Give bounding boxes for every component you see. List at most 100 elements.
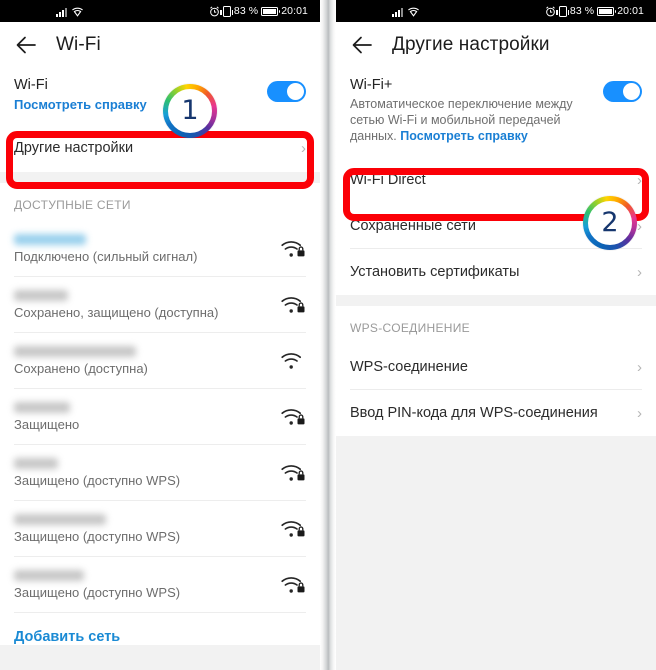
- wifi-signal-lock-icon: [281, 576, 305, 593]
- step-badge-2-number: 2: [601, 207, 619, 238]
- alarm-clock-icon: [210, 5, 219, 16]
- install-certificates-label: Установить сертификаты: [350, 264, 520, 280]
- right-content: Wi-Fi+ Автоматическое переключение между…: [336, 68, 656, 670]
- step-badge-2: 2: [583, 196, 637, 250]
- toggle-knob: [623, 83, 640, 100]
- wifi-signal-lock-icon: [281, 520, 305, 537]
- status-bar: 83 % 20:01: [336, 0, 656, 22]
- cellular-signal-icon: [56, 7, 67, 17]
- list-item[interactable]: Защищено: [0, 389, 320, 445]
- wifi-label: Wi-Fi: [14, 77, 48, 93]
- add-network-button[interactable]: Добавить сеть: [0, 613, 320, 645]
- wps-pin-label: Ввод PIN-кода для WPS-соединения: [350, 405, 598, 421]
- list-item[interactable]: Защищено (доступно WPS): [0, 501, 320, 557]
- list-item[interactable]: Подключено (сильный сигнал): [0, 221, 320, 277]
- battery-percent-label: 83 %: [569, 5, 595, 17]
- page-title: Другие настройки: [392, 34, 550, 55]
- chevron-right-icon: ›: [637, 358, 642, 376]
- wifi-signal-lock-icon: [281, 464, 305, 481]
- install-certificates-row[interactable]: Установить сертификаты ›: [336, 249, 656, 295]
- step-badge-1-number: 1: [181, 95, 199, 126]
- wifi-direct-label: Wi-Fi Direct: [350, 172, 426, 188]
- chevron-right-icon: ›: [301, 139, 306, 157]
- wps-pin-row[interactable]: Ввод PIN-кода для WPS-соединения ›: [336, 390, 656, 436]
- wifi-plus-row: Wi-Fi+ Автоматическое переключение между…: [336, 68, 656, 157]
- chevron-right-icon: ›: [637, 217, 642, 235]
- status-bar-left-icons: [56, 5, 84, 17]
- network-ssid-hidden: [14, 569, 84, 581]
- network-texts: Сохранено (доступна): [14, 345, 148, 376]
- network-ssid-hidden: [14, 233, 86, 245]
- wifi-plus-toggle-switch[interactable]: [603, 81, 642, 102]
- status-bar: 83 % 20:01: [0, 0, 320, 22]
- chevron-right-icon: ›: [637, 404, 642, 422]
- network-texts: Защищено: [14, 401, 80, 432]
- network-texts: Защищено (доступно WPS): [14, 569, 181, 600]
- battery-icon: [597, 6, 617, 16]
- network-ssid-hidden: [14, 457, 58, 469]
- left-section-gap: [0, 172, 320, 183]
- row-separator: [14, 612, 306, 613]
- wifi-signal-lock-icon: [281, 296, 305, 313]
- list-item[interactable]: Защищено (доступно WPS): [0, 557, 320, 613]
- clock-label: 20:01: [281, 5, 308, 17]
- list-item[interactable]: Защищено (доступно WPS): [0, 445, 320, 501]
- left-app-bar: Wi-Fi: [0, 22, 320, 68]
- network-ssid-hidden: [14, 345, 136, 357]
- left-content: Wi-Fi Посмотреть справку Другие настройк…: [0, 68, 320, 670]
- battery-icon: [261, 6, 281, 16]
- wifi-help-link[interactable]: Посмотреть справку: [14, 96, 147, 113]
- wifi-signal-lock-icon: [281, 408, 305, 425]
- screenshot-root: 83 % 20:01 Wi-Fi Wi-Fi Посмотреть справк…: [0, 0, 656, 670]
- wifi-plus-texts: Wi-Fi+ Автоматическое переключение между…: [350, 77, 582, 145]
- right-app-bar: Другие настройки: [336, 22, 656, 68]
- wifi-icon: [408, 7, 419, 17]
- list-item[interactable]: Сохранено (доступна): [0, 333, 320, 389]
- network-status: Защищено (доступно WPS): [14, 528, 181, 544]
- page-title: Wi-Fi: [56, 34, 101, 55]
- network-status: Подключено (сильный сигнал): [14, 248, 198, 264]
- battery-percent-label: 83 %: [233, 5, 259, 17]
- saved-networks-label: Сохраненные сети: [350, 218, 476, 234]
- status-bar-right-icons: 83 % 20:01: [545, 5, 644, 17]
- wps-list: WPS-соединение › Ввод PIN-кода для WPS-с…: [336, 344, 656, 436]
- wifi-signal-lock-icon: [281, 240, 305, 257]
- back-arrow-icon[interactable]: [14, 32, 40, 58]
- wifi-plus-label: Wi-Fi+: [350, 77, 393, 93]
- network-ssid-hidden: [14, 289, 68, 301]
- screens-divider: [320, 0, 336, 670]
- back-arrow-icon[interactable]: [350, 32, 376, 58]
- list-item[interactable]: Сохранено, защищено (доступна): [0, 277, 320, 333]
- wifi-plus-description: Автоматическое переключение между сетью …: [350, 96, 582, 145]
- left-phone-screen: 83 % 20:01 Wi-Fi Wi-Fi Посмотреть справк…: [0, 0, 320, 670]
- right-section-gap: [336, 295, 656, 306]
- network-status: Защищено (доступно WPS): [14, 472, 181, 488]
- available-networks-header: ДОСТУПНЫЕ СЕТИ: [0, 183, 320, 221]
- vibrate-icon: [220, 5, 234, 17]
- wifi-master-texts: Wi-Fi Посмотреть справку: [14, 77, 147, 113]
- toggle-knob: [287, 83, 304, 100]
- vibrate-icon: [556, 5, 570, 17]
- network-list: Подключено (сильный сигнал) Сохранено, з…: [0, 221, 320, 645]
- wifi-signal-icon: [281, 352, 302, 369]
- network-status: Сохранено (доступна): [14, 360, 148, 376]
- wifi-master-row: Wi-Fi Посмотреть справку: [0, 68, 320, 124]
- network-status: Сохранено, защищено (доступна): [14, 304, 219, 320]
- wifi-toggle-switch[interactable]: [267, 81, 306, 102]
- chevron-right-icon: ›: [637, 263, 642, 281]
- clock-label: 20:01: [617, 5, 644, 17]
- wifi-plus-help-link[interactable]: Посмотреть справку: [400, 129, 528, 143]
- network-texts: Защищено (доступно WPS): [14, 457, 181, 488]
- network-status: Защищено (доступно WPS): [14, 584, 181, 600]
- status-bar-right-icons: 83 % 20:01: [209, 5, 308, 17]
- right-phone-screen: 83 % 20:01 Другие настройки Wi-Fi+ Автом…: [336, 0, 656, 670]
- network-status: Защищено: [14, 416, 80, 432]
- wps-connection-row[interactable]: WPS-соединение ›: [336, 344, 656, 390]
- wifi-icon: [72, 7, 83, 17]
- more-settings-row[interactable]: Другие настройки ›: [0, 124, 320, 172]
- more-settings-label: Другие настройки: [14, 140, 134, 156]
- wps-section-header: WPS-СОЕДИНЕНИЕ: [336, 306, 656, 344]
- chevron-right-icon: ›: [637, 171, 642, 189]
- network-ssid-hidden: [14, 513, 106, 525]
- wps-connection-label: WPS-соединение: [350, 359, 468, 375]
